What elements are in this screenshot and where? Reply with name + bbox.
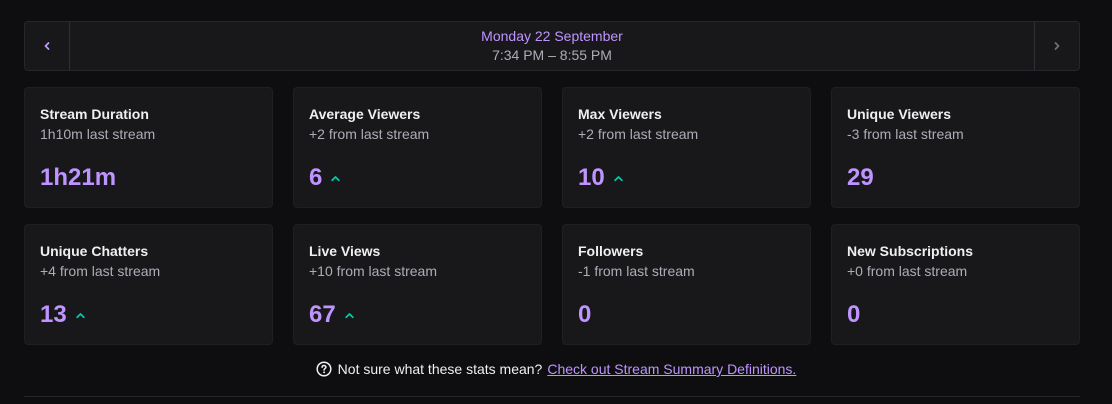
stat-title: Unique Chatters xyxy=(40,243,149,259)
stat-title: Unique Viewers xyxy=(847,106,952,122)
definitions-link[interactable]: Check out Stream Summary Definitions. xyxy=(547,361,796,377)
stat-card-unique-chatters: Unique Chatters +4 from last stream 13 xyxy=(24,224,273,345)
divider xyxy=(24,396,1080,397)
stat-comparison: +4 from last stream xyxy=(40,263,161,279)
stat-card-live-views: Live Views +10 from last stream 67 xyxy=(293,224,542,345)
stat-value-row: 67 xyxy=(309,301,526,329)
stream-date-range: Monday 22 September 7:34 PM – 8:55 PM xyxy=(70,22,1034,70)
stats-grid: Stream Duration 1h10m last stream 1h21m Ave… xyxy=(24,87,1080,345)
stat-title: Average Viewers xyxy=(309,106,421,122)
trend-up-icon xyxy=(331,164,341,192)
stat-card-max-viewers: Max Viewers +2 from last stream 10 xyxy=(562,87,811,208)
stat-comparison: +0 from last stream xyxy=(847,263,968,279)
stat-value-row: 6 xyxy=(309,164,526,192)
stat-comparison: -3 from last stream xyxy=(847,126,964,142)
trend-up-icon xyxy=(614,164,623,192)
stat-value: 29 xyxy=(847,164,874,191)
stream-time-range: 7:34 PM – 8:55 PM xyxy=(492,46,612,63)
stat-value-row: 29 xyxy=(847,164,1064,192)
stat-value: 13 xyxy=(40,301,67,328)
stat-comparison: 1h10m last stream xyxy=(40,126,156,142)
question-circle-icon xyxy=(316,361,332,377)
stat-value: 0 xyxy=(578,301,592,328)
stat-comparison: +2 from last stream xyxy=(309,126,430,142)
stat-comparison: +2 from last stream xyxy=(578,126,699,142)
stat-comparison: -1 from last stream xyxy=(578,263,695,279)
stat-card-unique-viewers: Unique Viewers -3 from last stream 29 xyxy=(831,87,1080,208)
stream-date: Monday 22 September xyxy=(481,28,623,44)
stat-card-followers: Followers -1 from last stream 0 xyxy=(562,224,811,345)
trend-up-icon xyxy=(345,301,354,329)
stat-title: Followers xyxy=(578,243,644,259)
stat-value-row: 0 xyxy=(847,301,1064,329)
stat-value-row: 0 xyxy=(578,301,795,329)
stat-card-stream-duration: Stream Duration 1h10m last stream 1h21m xyxy=(24,87,273,208)
stat-value: 1h21m xyxy=(40,164,117,191)
stat-title: New Subscriptions xyxy=(847,243,974,259)
help-line: Not sure what these stats mean? Check ou… xyxy=(0,361,1112,377)
chevron-right-icon xyxy=(1054,42,1060,50)
date-navigator: Monday 22 September 7:34 PM – 8:55 PM xyxy=(24,21,1080,71)
stat-value: 6 xyxy=(309,164,323,191)
stat-card-average-viewers: Average Viewers +2 from last stream 6 xyxy=(293,87,542,208)
previous-stream-button[interactable] xyxy=(25,22,70,70)
help-text: Not sure what these stats mean? xyxy=(337,361,543,377)
stat-value-row: 1h21m xyxy=(40,164,257,192)
chevron-left-icon xyxy=(44,42,50,50)
stat-value: 10 xyxy=(578,164,605,191)
stat-value-row: 13 xyxy=(40,301,257,329)
stat-comparison: +10 from last stream xyxy=(309,263,437,279)
stat-value: 0 xyxy=(847,301,861,328)
stat-card-new-subscriptions: New Subscriptions +0 from last stream 0 xyxy=(831,224,1080,345)
stat-title: Max Viewers xyxy=(578,106,662,122)
stat-value-row: 10 xyxy=(578,164,795,192)
stat-title: Stream Duration xyxy=(40,106,149,122)
stat-title: Live Views xyxy=(309,243,381,259)
next-stream-button[interactable] xyxy=(1034,22,1079,70)
stat-value: 67 xyxy=(309,301,336,328)
trend-up-icon xyxy=(76,301,85,329)
